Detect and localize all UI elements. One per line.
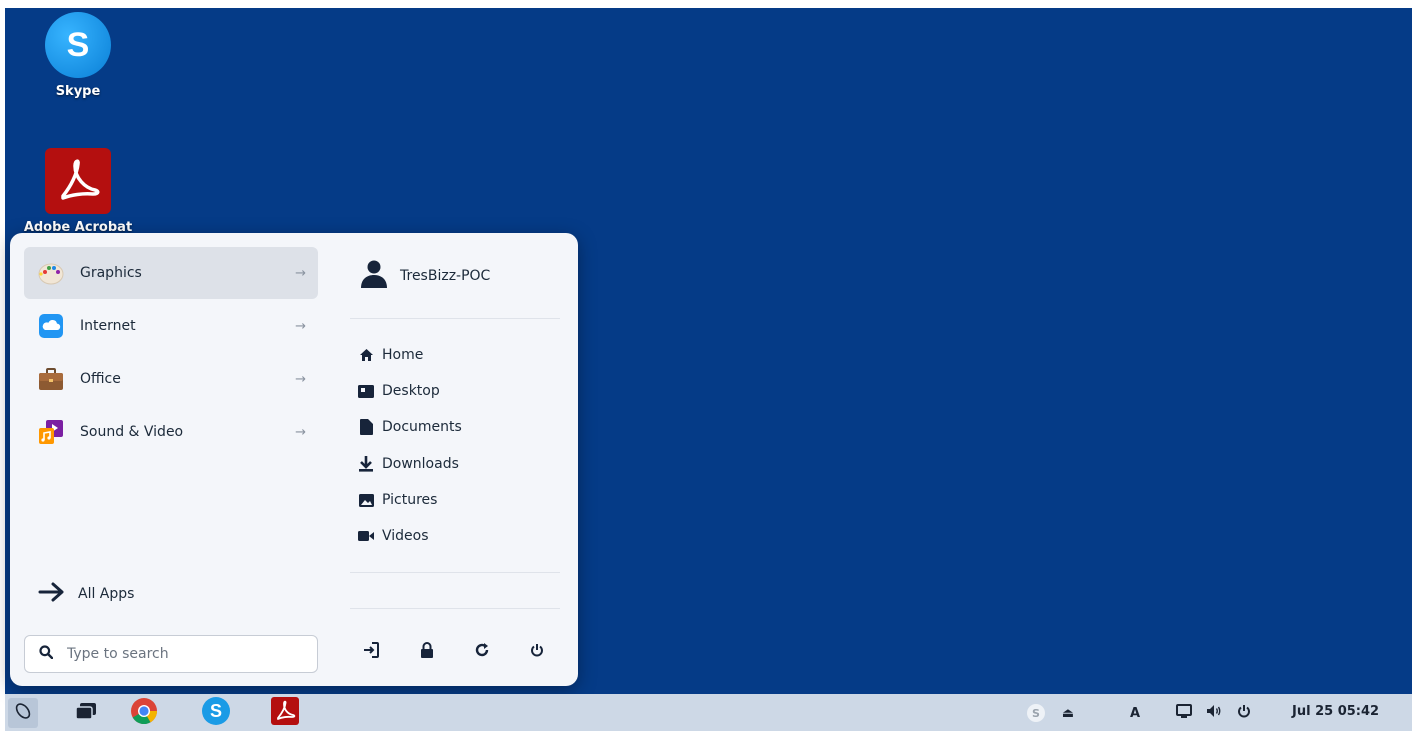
category-graphics[interactable]: Graphics → — [24, 247, 318, 299]
chevron-right-icon: → — [295, 318, 306, 334]
menu-icon — [13, 701, 33, 725]
volume-icon — [1206, 704, 1222, 722]
search-field[interactable] — [24, 635, 318, 673]
place-videos[interactable]: Videos — [358, 521, 429, 551]
volume-button[interactable] — [1205, 704, 1223, 722]
place-label: Videos — [382, 528, 429, 544]
document-icon — [358, 419, 374, 435]
briefcase-icon — [38, 366, 64, 392]
skype-icon: S — [201, 696, 231, 730]
divider — [350, 318, 560, 319]
download-icon — [358, 456, 374, 472]
chevron-right-icon: → — [295, 424, 306, 440]
chevron-right-icon: → — [295, 371, 306, 387]
acrobat-taskbar-button[interactable] — [270, 696, 300, 730]
place-label: Documents — [382, 419, 462, 435]
divider — [350, 572, 560, 573]
category-sound-video[interactable]: Sound & Video → — [24, 406, 318, 458]
all-apps-label: All Apps — [78, 586, 135, 602]
restart-button[interactable] — [469, 639, 495, 665]
power-icon — [1237, 704, 1251, 722]
place-pictures[interactable]: Pictures — [358, 485, 437, 515]
place-label: Home — [382, 347, 424, 363]
lock-icon — [420, 642, 434, 662]
desktop-icon-label: Skype — [55, 84, 101, 99]
logout-button[interactable] — [358, 639, 384, 665]
skype-taskbar-button[interactable]: S — [201, 696, 231, 730]
desktop-icon — [358, 383, 374, 399]
home-icon — [358, 347, 374, 363]
category-office[interactable]: Office → — [24, 353, 318, 405]
clock[interactable]: Jul 25 05:42 — [1292, 704, 1379, 719]
category-label: Graphics — [80, 265, 142, 281]
video-icon — [358, 528, 374, 544]
shutdown-button[interactable] — [524, 639, 550, 665]
eject-button[interactable]: ⏏ — [1059, 704, 1077, 722]
music-video-icon — [38, 419, 64, 445]
place-downloads[interactable]: Downloads — [358, 449, 459, 479]
palette-icon — [38, 260, 64, 286]
divider — [350, 608, 560, 609]
all-apps-button[interactable]: All Apps — [38, 581, 134, 607]
keyboard-layout-label: A — [1129, 705, 1141, 721]
chrome-icon — [130, 697, 158, 729]
skype-tray-icon: S — [1027, 704, 1045, 722]
adobe-acrobat-icon — [45, 148, 111, 214]
place-home[interactable]: Home — [358, 340, 423, 370]
start-menu: Graphics → Internet → Office → Sound & V… — [10, 233, 578, 686]
eject-icon: ⏏ — [1061, 705, 1075, 721]
search-icon — [39, 645, 54, 663]
keyboard-layout-button[interactable]: A — [1127, 704, 1143, 722]
user-name: TresBizz-POC — [400, 268, 491, 284]
category-label: Sound & Video — [80, 424, 184, 440]
adobe-acrobat-icon — [270, 696, 300, 730]
place-label: Downloads — [382, 456, 459, 472]
category-label: Internet — [80, 318, 136, 334]
taskbar: S S ⏏ A Jul 25 05:42 — [5, 694, 1412, 731]
desktop-icon-skype[interactable]: S Skype — [23, 12, 133, 99]
window-switcher-icon — [75, 702, 97, 724]
place-desktop[interactable]: Desktop — [358, 376, 440, 406]
skype-icon: S — [45, 12, 111, 78]
cloud-icon — [38, 313, 64, 339]
window-switcher-button[interactable] — [71, 698, 101, 728]
display-button[interactable] — [1175, 704, 1193, 722]
svg-text:S: S — [67, 26, 90, 64]
logout-icon — [363, 642, 379, 662]
power-icon — [530, 643, 544, 661]
place-documents[interactable]: Documents — [358, 412, 462, 442]
svg-text:S: S — [210, 701, 222, 721]
power-menu-button[interactable] — [1235, 704, 1253, 722]
search-input[interactable] — [65, 645, 289, 663]
user-account[interactable]: TresBizz-POC — [360, 259, 490, 293]
lock-button[interactable] — [414, 639, 440, 665]
desktop-icon-adobe-acrobat[interactable]: Adobe Acrobat — [23, 148, 133, 235]
chrome-taskbar-button[interactable] — [129, 698, 159, 728]
picture-icon — [358, 492, 374, 508]
skype-tray-button[interactable]: S — [1027, 704, 1045, 722]
place-label: Desktop — [382, 383, 440, 399]
category-label: Office — [80, 371, 121, 387]
chevron-right-icon: → — [295, 265, 306, 281]
place-label: Pictures — [382, 492, 438, 508]
user-icon — [360, 259, 388, 293]
restart-icon — [474, 642, 490, 662]
arrow-right-icon — [38, 581, 66, 607]
display-icon — [1176, 704, 1192, 722]
app-menu-button[interactable] — [8, 698, 38, 728]
category-internet[interactable]: Internet → — [24, 300, 318, 352]
